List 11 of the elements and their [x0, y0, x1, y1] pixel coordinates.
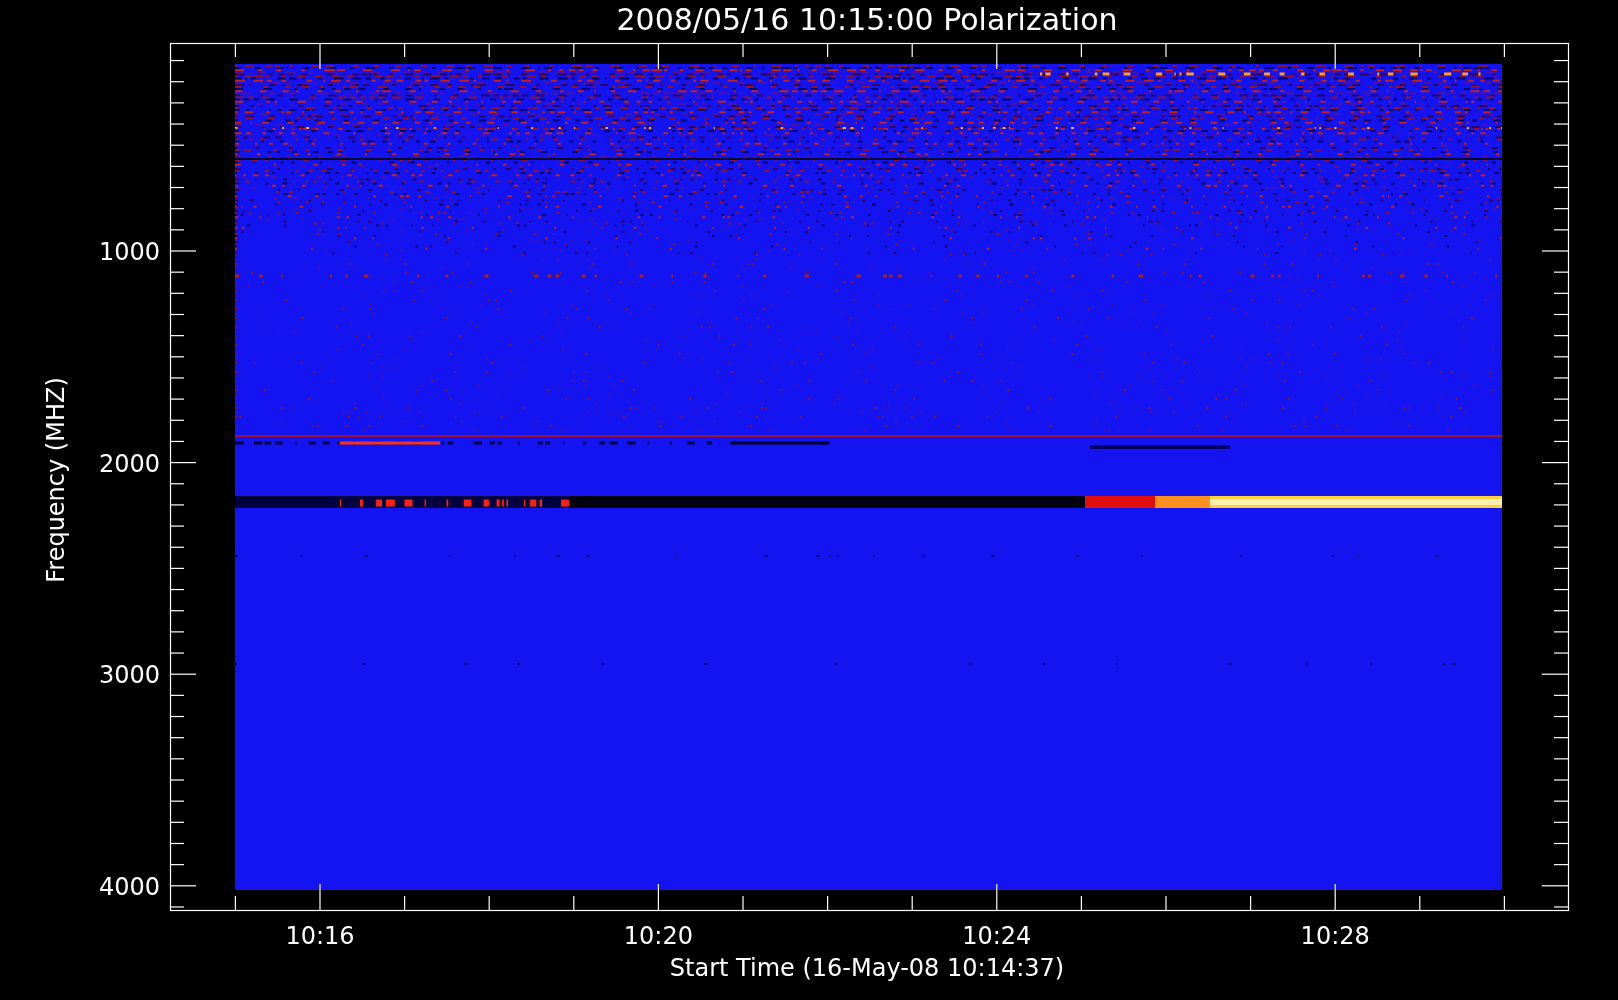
y-tick-label: 3000	[98, 661, 160, 690]
y-tick-label: 2000	[98, 449, 160, 478]
x-axis-label: Start Time (16-May-08 10:14:37)	[669, 954, 1065, 982]
y-tick-label: 4000	[98, 872, 160, 901]
x-tick-label: 10:16	[285, 922, 355, 950]
chart-title: 2008/05/16 10:15:00 Polarization	[616, 2, 1118, 37]
x-tick-label: 10:24	[962, 922, 1032, 950]
y-axis-label: Frequency (MHZ)	[42, 377, 70, 583]
y-tick-label: 1000	[98, 238, 160, 266]
x-tick-label: 10:20	[623, 922, 693, 950]
x-tick-label: 10:28	[1300, 922, 1370, 950]
